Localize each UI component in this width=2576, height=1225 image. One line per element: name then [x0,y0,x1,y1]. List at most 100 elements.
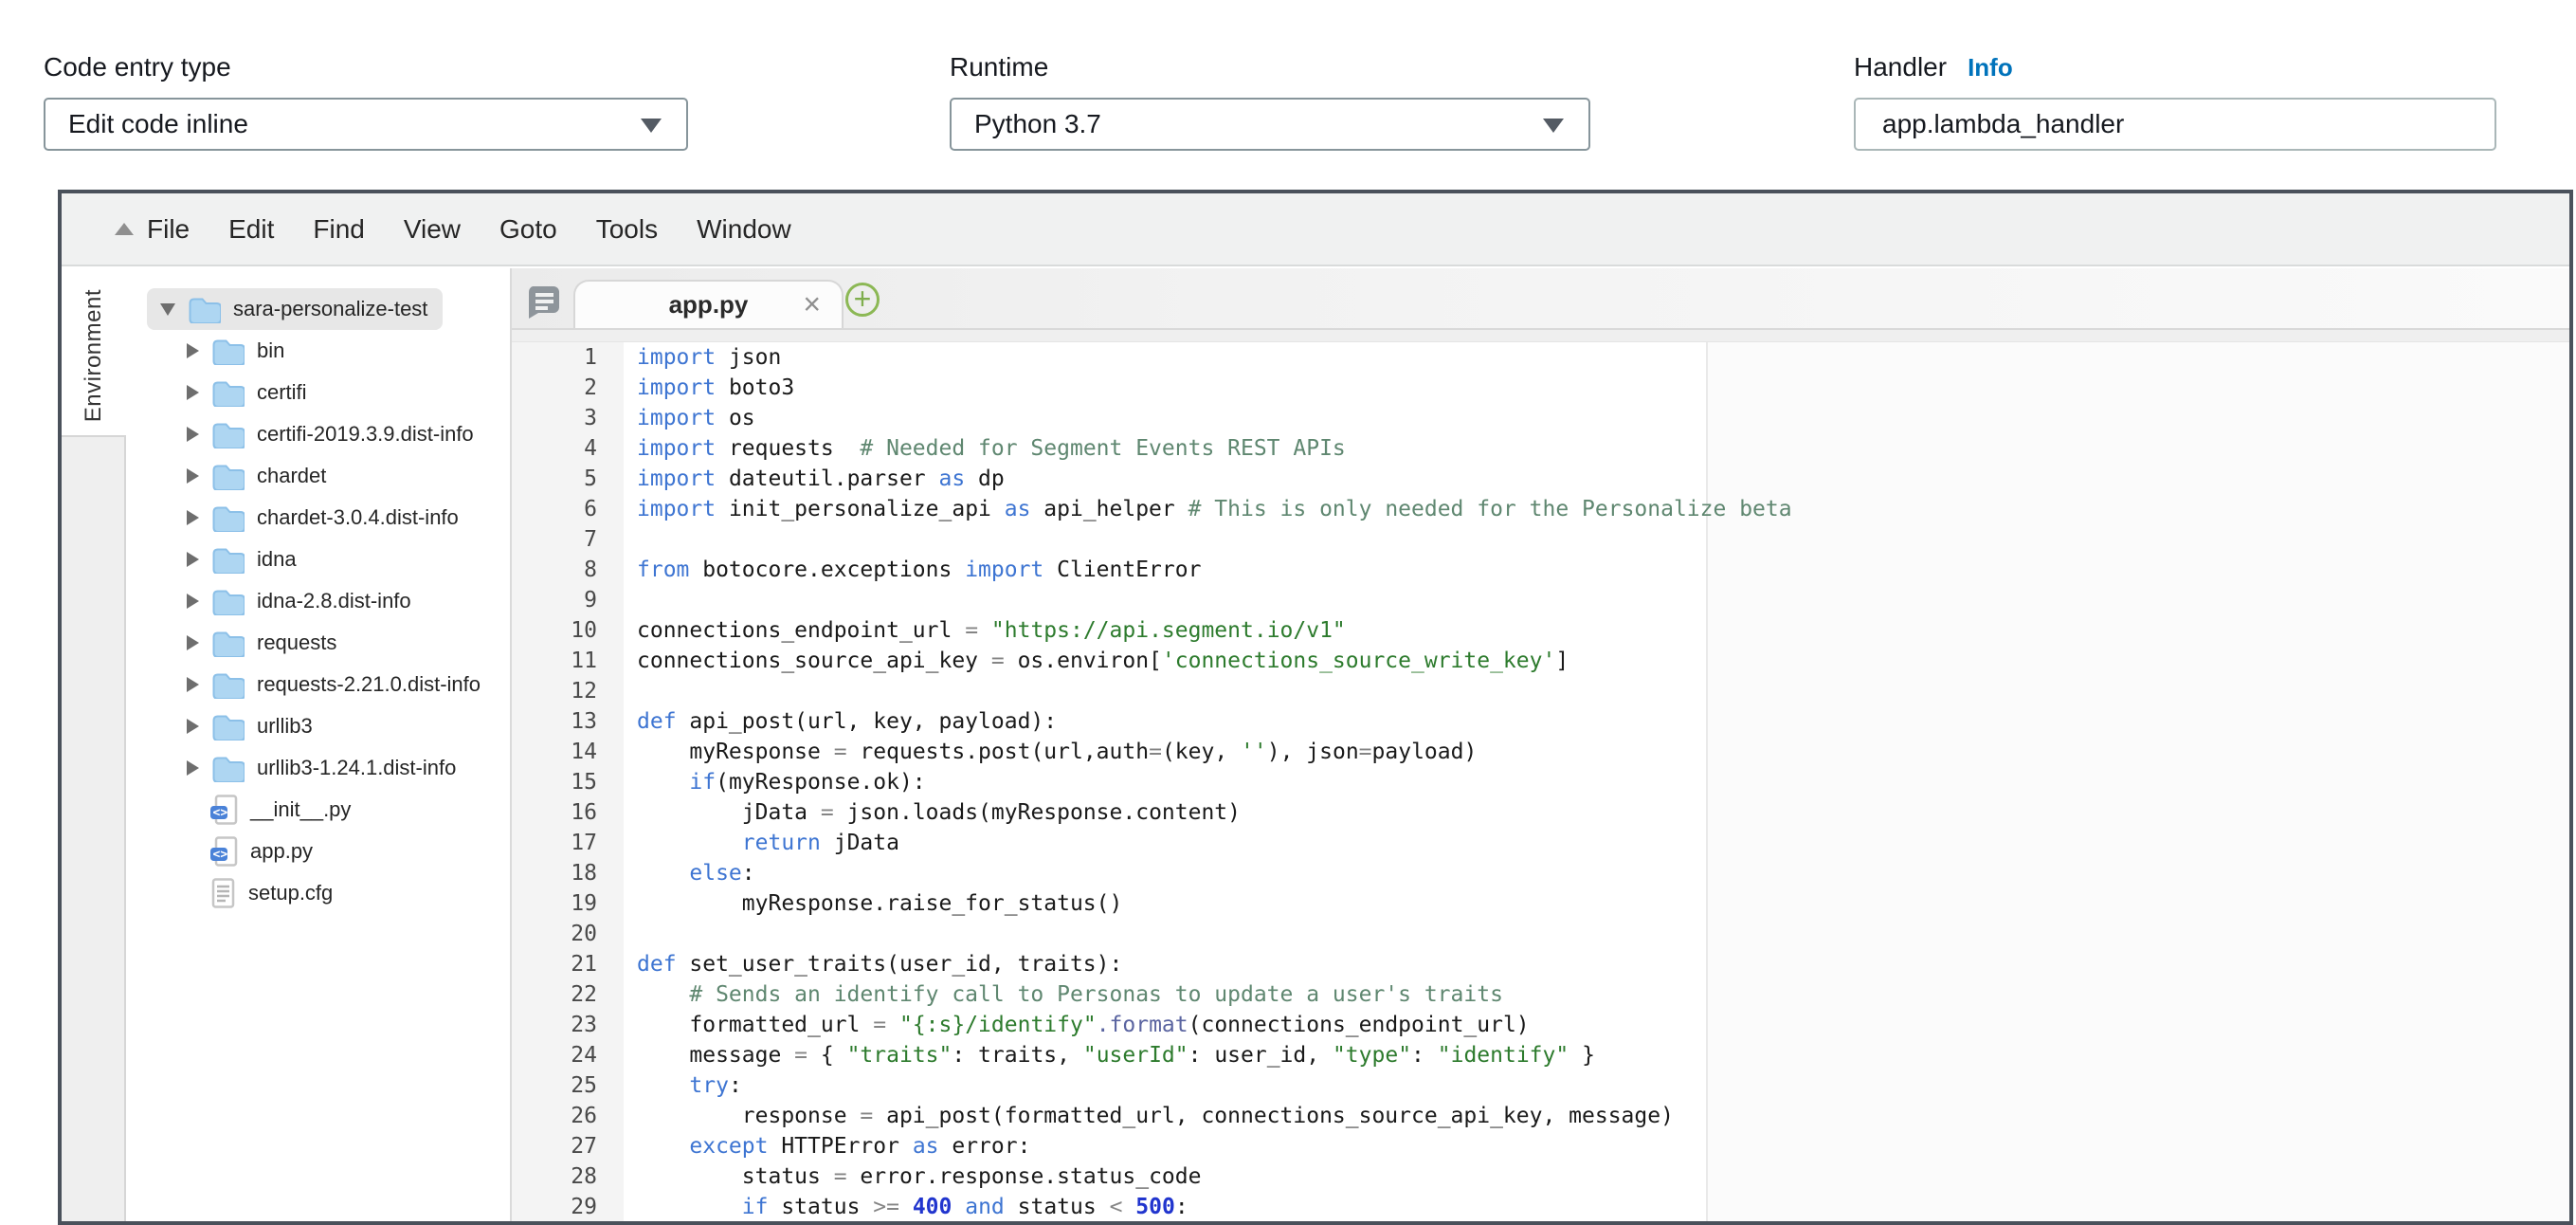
tree-item-certifi-2019.3.9.dist-info[interactable]: certifi-2019.3.9.dist-info [126,413,508,455]
folder-icon [211,379,245,407]
tree-item-label: certifi [257,380,307,405]
tree-item-__init__.py[interactable]: <>__init__.py [126,789,508,831]
tree-row-content: bin [187,330,299,372]
code-line-2: import boto3 [637,373,794,403]
disclosure-collapsed-icon[interactable] [187,343,199,358]
disclosure-collapsed-icon[interactable] [187,385,199,400]
line-number: 20 [512,919,624,949]
code-line-17: return jData [637,828,899,858]
line-number: 26 [512,1101,624,1131]
folder-icon [188,296,221,323]
environment-tab-label: Environment [81,289,107,422]
tree-item-urllib3-1.24.1.dist-info[interactable]: urllib3-1.24.1.dist-info [126,747,508,789]
folder-icon [211,671,245,699]
code-line-11: connections_source_api_key = os.environ[… [637,646,1569,676]
environment-tab[interactable]: Environment [62,280,126,431]
folder-icon [211,421,245,448]
runtime-select[interactable]: Python 3.7 [950,98,1590,151]
line-number: 13 [512,706,624,737]
line-number: 8 [512,555,624,585]
code-line-6: import init_personalize_api as api_helpe… [637,494,1792,524]
tab-list-icon [523,284,561,319]
folder-icon [211,338,245,365]
folder-icon [211,421,245,448]
sidebar-tab-strip: Environment [62,268,126,1221]
folder-icon [211,713,245,740]
tree-item-label: chardet [257,464,326,488]
handler-info-link[interactable]: Info [1968,53,2013,82]
runtime-label: Runtime [950,52,1048,82]
collapse-up-icon [115,223,134,235]
tree-item-app.py[interactable]: <>app.py [126,831,508,872]
tree-item-idna[interactable]: idna [126,539,508,580]
runtime-value: Python 3.7 [974,109,1101,139]
menu-item-edit[interactable]: Edit [228,214,274,245]
tree-item-setup.cfg[interactable]: setup.cfg [126,872,508,914]
handler-input[interactable] [1854,98,2496,151]
code-editor-area[interactable]: 1234567891011121314151617181920212223242… [512,342,2569,1221]
folder-icon [211,504,245,532]
disclosure-collapsed-icon[interactable] [187,760,199,776]
menu-item-goto[interactable]: Goto [499,214,557,245]
disclosure-collapsed-icon[interactable] [187,510,199,525]
line-number: 11 [512,646,624,676]
tree-row-content: urllib3-1.24.1.dist-info [187,747,471,789]
open-files-list-button[interactable] [523,284,561,323]
menu-item-file[interactable]: File [147,214,190,245]
disclosure-collapsed-icon[interactable] [187,719,199,734]
tree-item-urllib3[interactable]: urllib3 [126,705,508,747]
menu-item-tools[interactable]: Tools [596,214,658,245]
code-line-3: import os [637,403,755,433]
disclosure-collapsed-icon[interactable] [187,552,199,567]
code-line-25: try: [637,1070,742,1101]
tree-item-requests-2.21.0.dist-info[interactable]: requests-2.21.0.dist-info [126,664,508,705]
tree-item-bin[interactable]: bin [126,330,508,372]
folder-icon [211,755,245,782]
disclosure-collapsed-icon[interactable] [187,677,199,692]
tree-item-chardet[interactable]: chardet [126,455,508,497]
close-tab-icon[interactable]: × [803,288,821,319]
tree-item-requests[interactable]: requests [126,622,508,664]
tree-item-label: chardet-3.0.4.dist-info [257,505,459,530]
tree-item-label: bin [257,338,284,363]
tree-item-idna-2.8.dist-info[interactable]: idna-2.8.dist-info [126,580,508,622]
folder-icon [211,379,245,407]
code-line-14: myResponse = requests.post(url,auth=(key… [637,737,1477,767]
menu-item-view[interactable]: View [404,214,461,245]
line-number: 12 [512,676,624,706]
code-file-icon: <> [210,795,238,826]
folder-icon [211,630,245,657]
line-number: 27 [512,1131,624,1161]
disclosure-collapsed-icon[interactable] [187,468,199,484]
line-number: 5 [512,464,624,494]
tree-item-label: idna [257,547,297,572]
line-number: 18 [512,858,624,888]
code-lines: import jsonimport boto3import osimport r… [637,342,2569,1221]
tree-item-chardet-3.0.4.dist-info[interactable]: chardet-3.0.4.dist-info [126,497,508,539]
line-number: 4 [512,433,624,464]
collapse-editor-button[interactable] [107,193,141,265]
menu-item-find[interactable]: Find [313,214,364,245]
tab-app-py[interactable]: app.py × [573,280,844,328]
folder-icon [211,671,245,699]
code-line-22: # Sends an identify call to Personas to … [637,979,1503,1010]
python-file-icon: <> [210,836,238,868]
tree-item-label: certifi-2019.3.9.dist-info [257,422,474,447]
disclosure-collapsed-icon[interactable] [187,635,199,650]
svg-text:<>: <> [213,806,228,820]
new-tab-button[interactable]: + [845,283,880,317]
code-line-10: connections_endpoint_url = "https://api.… [637,615,1346,646]
editor-pane: app.py × + 12345678910111213141516171819… [512,268,2569,1221]
line-number: 25 [512,1070,624,1101]
folder-icon [211,463,245,490]
tree-item-certifi[interactable]: certifi [126,372,508,413]
tab-bar-bottom-band [512,328,2569,342]
menu-item-window[interactable]: Window [697,214,791,245]
disclosure-collapsed-icon[interactable] [187,427,199,442]
disclosure-expanded-icon[interactable] [160,303,175,316]
disclosure-collapsed-icon[interactable] [187,594,199,609]
tree-row-content: chardet [187,455,341,497]
tree-item-sara-personalize-test[interactable]: sara-personalize-test [126,288,508,330]
tree-row-content: certifi-2019.3.9.dist-info [187,413,489,455]
code-entry-type-select[interactable]: Edit code inline [44,98,688,151]
